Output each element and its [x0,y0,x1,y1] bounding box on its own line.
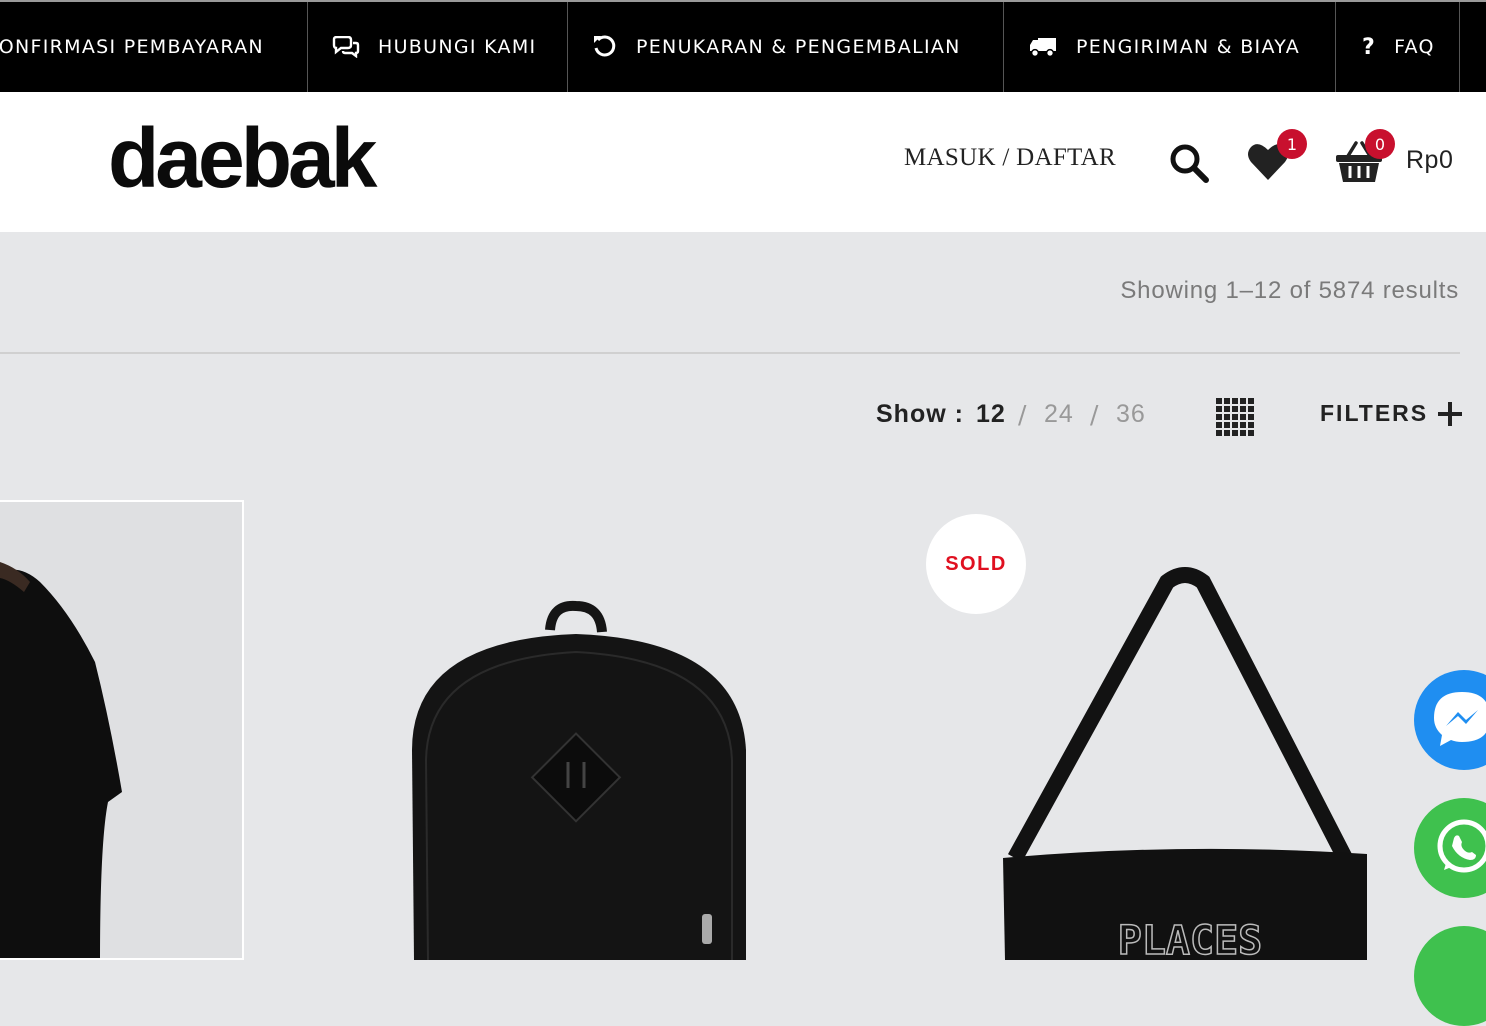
whatsapp-chat-button[interactable] [1414,798,1486,898]
grid-view-icon[interactable] [1216,398,1254,436]
undo-icon [594,35,616,57]
topbar-item-pengiriman[interactable]: PENGIRIMAN & BIAYA [1004,2,1336,92]
truck-icon [1030,38,1056,58]
product-card[interactable] [300,500,860,961]
topbar-item-penukaran[interactable]: PENUKARAN & PENGEMBALIAN [568,2,1004,92]
chat-bubbles-icon [332,36,360,58]
show-option-12[interactable]: 12 [976,400,1006,429]
separator: / [1090,400,1099,429]
topbar-item-label: FAQ [1394,36,1435,58]
topbar-item-label: PENUKARAN & PENGEMBALIAN [636,36,961,58]
cart-total[interactable]: Rp0 [1406,146,1453,175]
plus-icon[interactable] [1438,402,1462,426]
divider [0,352,1460,354]
tote-print-text: PLACES [1118,918,1263,960]
product-image [0,562,122,958]
cart-count-badge: 0 [1365,129,1395,159]
show-label: Show : [876,400,964,428]
product-card[interactable] [0,500,244,960]
search-icon[interactable] [1168,142,1210,184]
messenger-chat-button[interactable] [1414,670,1486,770]
topbar-item-faq[interactable]: ? FAQ [1336,2,1460,92]
question-icon: ? [1362,34,1377,60]
site-logo[interactable]: daebak [108,116,377,200]
show-option-24[interactable]: 24 [1044,400,1074,429]
separator: / [1018,400,1027,429]
top-bar: KONFIRMASI PEMBAYARAN HUBUNGI KAMI PENUK… [0,0,1486,92]
topbar-item-label: KONFIRMASI PEMBAYARAN [0,36,264,58]
topbar-item-label: HUBUNGI KAMI [378,36,537,58]
messenger-icon [1434,692,1486,746]
show-option-36[interactable]: 36 [1116,400,1146,429]
sold-badge: SOLD [926,514,1026,614]
login-register-link[interactable]: MASUK / DAFTAR [904,144,1116,172]
filters-button[interactable]: FILTERS [1320,400,1428,427]
wishlist-count-badge: 1 [1277,129,1307,159]
product-image [412,600,746,961]
topbar-item-label: PENGIRIMAN & BIAYA [1076,36,1300,58]
topbar-item-konfirmasi[interactable]: KONFIRMASI PEMBAYARAN [0,2,308,92]
results-count: Showing 1–12 of 5874 results [1120,277,1459,304]
topbar-item-hubungi[interactable]: HUBUNGI KAMI [308,2,568,92]
whatsapp-icon [1437,819,1486,873]
